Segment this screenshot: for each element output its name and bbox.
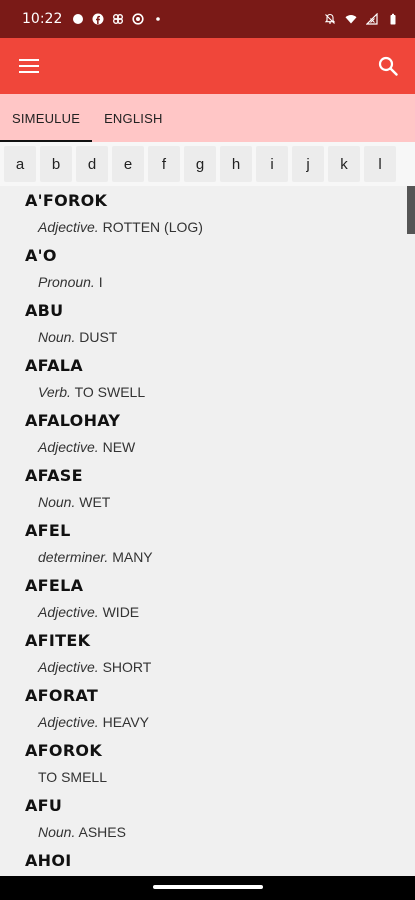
entry-definition: Verb. TO SWELL (38, 384, 145, 400)
entry-meaning: HEAVY (102, 714, 150, 730)
entry-definition: TO SMELL (38, 769, 107, 785)
navigation-bar (0, 876, 415, 900)
entry-word: AFALOHAY (25, 411, 121, 430)
circle-record-icon (132, 13, 144, 25)
home-gesture-handle[interactable] (153, 885, 263, 889)
entry-meaning: TO SMELL (38, 769, 107, 785)
letter-button-l[interactable]: l (364, 146, 396, 182)
entry-part-of-speech: Adjective. (38, 439, 99, 455)
battery-icon (390, 13, 396, 25)
scrollbar-thumb[interactable] (407, 186, 415, 234)
entry-meaning: I (98, 274, 103, 290)
entry-word: AFORAT (25, 686, 99, 705)
entry-word: AFELA (25, 576, 84, 595)
letter-button-k[interactable]: k (328, 146, 360, 182)
entry-meaning: ROTTEN (LOG) (102, 219, 203, 235)
signal-icon (366, 13, 378, 25)
entry-definition: Noun. DUST (38, 329, 117, 345)
tab-english[interactable]: ENGLISH (92, 94, 174, 142)
system-icons (324, 13, 399, 25)
letter-button-d[interactable]: d (76, 146, 108, 182)
entry-part-of-speech: Verb. (38, 384, 71, 400)
entry-word: AFITEK (25, 631, 91, 650)
entry-word: AFALA (25, 356, 83, 375)
entry-word: ABU (25, 301, 64, 320)
letter-button-g[interactable]: g (184, 146, 216, 182)
letter-button-b[interactable]: b (40, 146, 72, 182)
facebook-icon (92, 13, 104, 25)
entry-word: AFOROK (25, 741, 103, 760)
entry-part-of-speech: Noun. (38, 824, 76, 840)
entry-meaning: WIDE (102, 604, 140, 620)
entry-word: AFEL (25, 521, 71, 540)
entry-definition: determiner. MANY (38, 549, 153, 565)
list-item[interactable]: AFALA Verb. TO SWELL (0, 351, 415, 406)
entry-definition: Adjective. SHORT (38, 659, 151, 675)
entry-definition: Noun. WET (38, 494, 110, 510)
entry-part-of-speech: Adjective. (38, 219, 99, 235)
list-item[interactable]: AFASE Noun. WET (0, 461, 415, 516)
entry-definition: Adjective. ROTTEN (LOG) (38, 219, 203, 235)
app-bar (0, 38, 415, 94)
mute-bell-icon (324, 13, 336, 24)
entry-part-of-speech: Adjective. (38, 604, 99, 620)
list-item[interactable]: AFEL determiner. MANY (0, 516, 415, 571)
notification-icons (72, 13, 164, 25)
entry-word: A'FOROK (25, 191, 108, 210)
list-item[interactable]: ABU Noun. DUST (0, 296, 415, 351)
entry-meaning: MANY (112, 549, 153, 565)
search-icon (378, 56, 398, 76)
apps-icon (113, 14, 124, 24)
entry-part-of-speech: Adjective. (38, 714, 99, 730)
letter-button-j[interactable]: j (292, 146, 324, 182)
hamburger-menu-icon (19, 59, 39, 73)
status-time: 10:22 (22, 11, 63, 27)
chat-bubble-icon (73, 14, 84, 24)
letter-button-h[interactable]: h (220, 146, 252, 182)
letter-button-i[interactable]: i (256, 146, 288, 182)
list-item[interactable]: AFITEK Adjective. SHORT (0, 626, 415, 681)
list-item[interactable]: A'O Pronoun. I (0, 241, 415, 296)
list-item[interactable]: AFORAT Adjective. HEAVY (0, 681, 415, 736)
entry-meaning: ASHES (78, 824, 126, 840)
entry-part-of-speech: Noun. (38, 329, 76, 345)
entry-word: AFU (25, 796, 63, 815)
entry-meaning: TO SWELL (74, 384, 146, 400)
entry-meaning: WET (79, 494, 111, 510)
letter-button-f[interactable]: f (148, 146, 180, 182)
tab-simeulue[interactable]: SIMEULUE (0, 94, 93, 142)
word-list[interactable]: A'FOROK Adjective. ROTTEN (LOG) A'O Pronoun… (0, 186, 415, 876)
search-button[interactable] (373, 52, 403, 80)
list-item[interactable]: AFOROK TO SMELL (0, 736, 415, 791)
entry-meaning: SHORT (102, 659, 152, 675)
letter-button-e[interactable]: e (112, 146, 144, 182)
entry-definition: Adjective. NEW (38, 439, 135, 455)
entry-meaning: NEW (102, 439, 136, 455)
entry-word: AHOI (25, 851, 72, 870)
entry-word: A'O (25, 246, 57, 265)
list-item[interactable]: A'FOROK Adjective. ROTTEN (LOG) (0, 186, 415, 241)
wifi-icon (345, 14, 357, 24)
menu-button[interactable] (14, 52, 44, 80)
entry-word: AFASE (25, 466, 83, 485)
entry-meaning: DUST (79, 329, 118, 345)
entry-definition: Adjective. WIDE (38, 604, 139, 620)
language-tabs: SIMEULUE ENGLISH (0, 94, 415, 142)
entry-part-of-speech: Adjective. (38, 659, 99, 675)
letter-button-a[interactable]: a (4, 146, 36, 182)
entry-definition: Pronoun. I (38, 274, 103, 290)
list-item[interactable]: AFELA Adjective. WIDE (0, 571, 415, 626)
alphabet-index: abdefghijkl (0, 142, 415, 186)
entry-part-of-speech: determiner. (38, 549, 109, 565)
entry-part-of-speech: Noun. (38, 494, 76, 510)
entry-definition: Adjective. HEAVY (38, 714, 149, 730)
list-item[interactable]: AFALOHAY Adjective. NEW (0, 406, 415, 461)
entry-definition: Noun. ASHES (38, 824, 126, 840)
status-bar: 10:22 (0, 0, 415, 38)
dot-icon (156, 17, 161, 21)
entry-part-of-speech: Pronoun. (38, 274, 95, 290)
list-item[interactable]: AHOI (0, 846, 415, 876)
list-item[interactable]: AFU Noun. ASHES (0, 791, 415, 846)
